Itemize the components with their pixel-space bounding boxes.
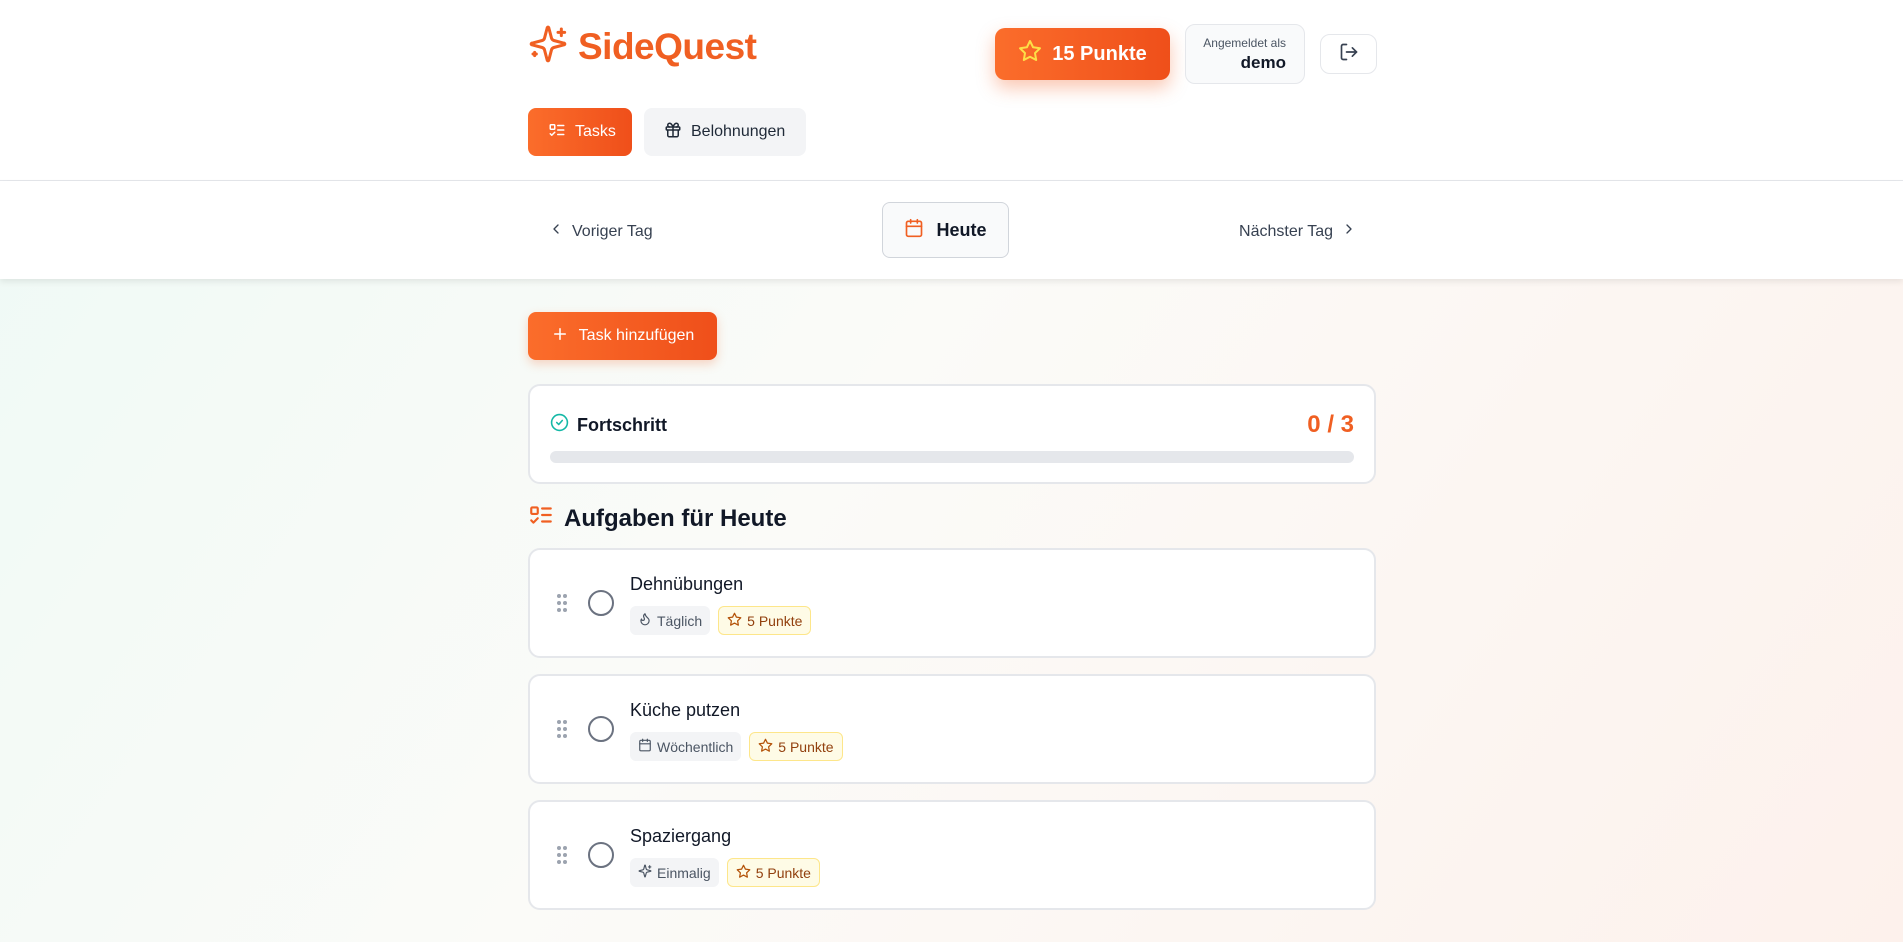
task-title: Küche putzen <box>630 700 741 720</box>
flame-icon <box>638 612 652 629</box>
task-checkbox[interactable] <box>588 716 614 742</box>
task-tags: Täglich 5 Punkte <box>630 606 812 635</box>
task-card[interactable]: Küche putzen Wöchentlich 5 Punkte <box>528 674 1376 784</box>
points-label: 15 Punkte <box>1052 42 1147 65</box>
task-points-label: 5 Punkte <box>778 738 834 755</box>
progress-title: Fortschritt <box>577 414 667 435</box>
list-todo-icon <box>548 121 566 144</box>
progress-count: 0 / 3 <box>1307 411 1354 438</box>
logout-button[interactable] <box>1320 34 1377 74</box>
progress-bar <box>550 451 1354 463</box>
grip-vertical-icon[interactable] <box>556 719 568 744</box>
calendar-icon <box>904 218 924 243</box>
task-type-label: Täglich <box>657 612 703 629</box>
prev-day-button[interactable]: Voriger Tag <box>548 221 653 242</box>
task-type-badge: Einmalig <box>630 858 719 887</box>
username: demo <box>1240 53 1286 72</box>
task-points-label: 5 Punkte <box>755 864 811 881</box>
list-todo-icon <box>528 502 554 535</box>
star-icon <box>1018 39 1042 69</box>
tasks-section-title: Aufgaben für Heute <box>564 504 787 532</box>
task-card[interactable]: Dehnübungen Täglich 5 Punkte <box>528 548 1376 658</box>
brand-title: SideQuest <box>578 25 757 67</box>
next-day-button[interactable]: Nächster Tag <box>1239 221 1357 242</box>
task-tags: Einmalig 5 Punkte <box>630 858 820 887</box>
calendar-icon <box>638 738 652 755</box>
task-points-badge: 5 Punkte <box>718 606 812 635</box>
logout-icon <box>1339 42 1359 67</box>
add-task-button[interactable]: Task hinzufügen <box>528 312 717 360</box>
chevron-left-icon <box>548 221 564 242</box>
tab-rewards-label: Belohnungen <box>691 123 786 140</box>
star-icon <box>736 864 751 882</box>
app-header: SideQuest 15 Punkte Angemeldet als demo … <box>0 0 1903 181</box>
progress-card: Fortschritt 0 / 3 <box>528 384 1376 484</box>
check-circle-icon <box>550 413 569 437</box>
star-icon <box>758 738 773 756</box>
user-info: Angemeldet als demo <box>1185 24 1305 84</box>
chevron-right-icon <box>1341 221 1357 242</box>
next-day-label: Nächster Tag <box>1239 222 1333 240</box>
add-task-label: Task hinzufügen <box>578 327 695 344</box>
brand[interactable]: SideQuest <box>528 24 757 69</box>
task-tags: Wöchentlich 5 Punkte <box>630 732 843 761</box>
prev-day-label: Voriger Tag <box>572 222 653 240</box>
grip-vertical-icon[interactable] <box>556 593 568 618</box>
gift-icon <box>664 121 682 144</box>
grip-vertical-icon[interactable] <box>556 845 568 870</box>
tab-tasks-label: Tasks <box>575 123 616 140</box>
task-checkbox[interactable] <box>588 590 614 616</box>
progress-header: Fortschritt <box>550 413 667 437</box>
task-points-label: 5 Punkte <box>747 612 803 629</box>
task-title: Spaziergang <box>630 826 732 846</box>
task-checkbox[interactable] <box>588 842 614 868</box>
today-label: Heute <box>936 219 987 240</box>
task-points-badge: 5 Punkte <box>726 858 820 887</box>
tab-tasks[interactable]: Tasks <box>528 108 632 156</box>
task-type-label: Wöchentlich <box>657 738 734 755</box>
task-type-badge: Wöchentlich <box>630 732 742 761</box>
points-button[interactable]: 15 Punkte <box>995 28 1170 80</box>
task-points-badge: 5 Punkte <box>749 732 843 761</box>
task-title: Dehnübungen <box>630 574 744 594</box>
today-button[interactable]: Heute <box>882 202 1009 258</box>
task-type-badge: Täglich <box>630 606 711 635</box>
task-card[interactable]: Spaziergang Einmalig 5 Punkte <box>528 800 1376 910</box>
star-icon <box>727 612 742 630</box>
tasks-section-header: Aufgaben für Heute <box>528 502 787 535</box>
day-navigation: Voriger Tag Heute Nächster Tag <box>0 181 1903 279</box>
sparkles-logo-icon <box>528 24 568 69</box>
sparkles-icon <box>638 864 652 881</box>
plus-icon <box>551 325 569 348</box>
user-caption: Angemeldet als <box>1203 36 1286 50</box>
task-type-label: Einmalig <box>657 864 711 881</box>
tab-rewards[interactable]: Belohnungen <box>644 108 806 156</box>
